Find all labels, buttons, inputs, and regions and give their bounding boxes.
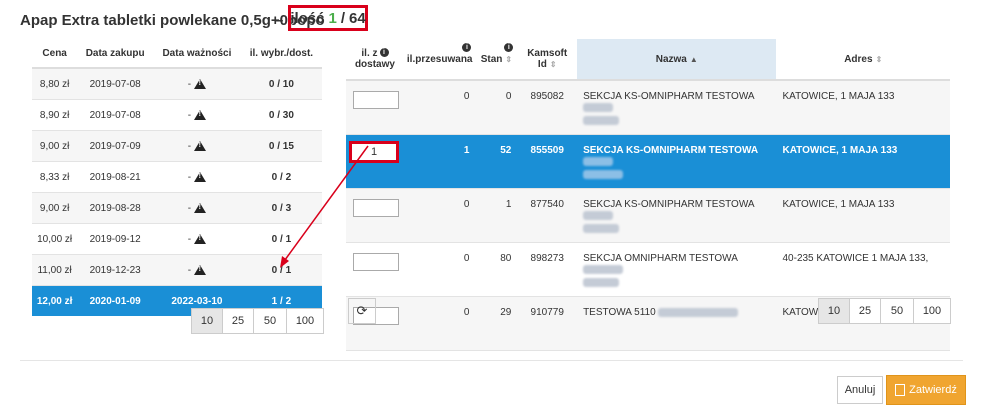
document-icon <box>895 384 906 396</box>
modal: Apap Extra tabletki powlekane 0,5g+0popo… <box>0 0 983 411</box>
footer-divider <box>20 360 963 361</box>
confirm-label: Zatwierdź <box>909 384 957 396</box>
annotation-arrow <box>280 145 369 268</box>
cancel-button[interactable]: Anuluj <box>837 376 883 404</box>
confirm-button[interactable]: Zatwierdź <box>886 375 966 405</box>
